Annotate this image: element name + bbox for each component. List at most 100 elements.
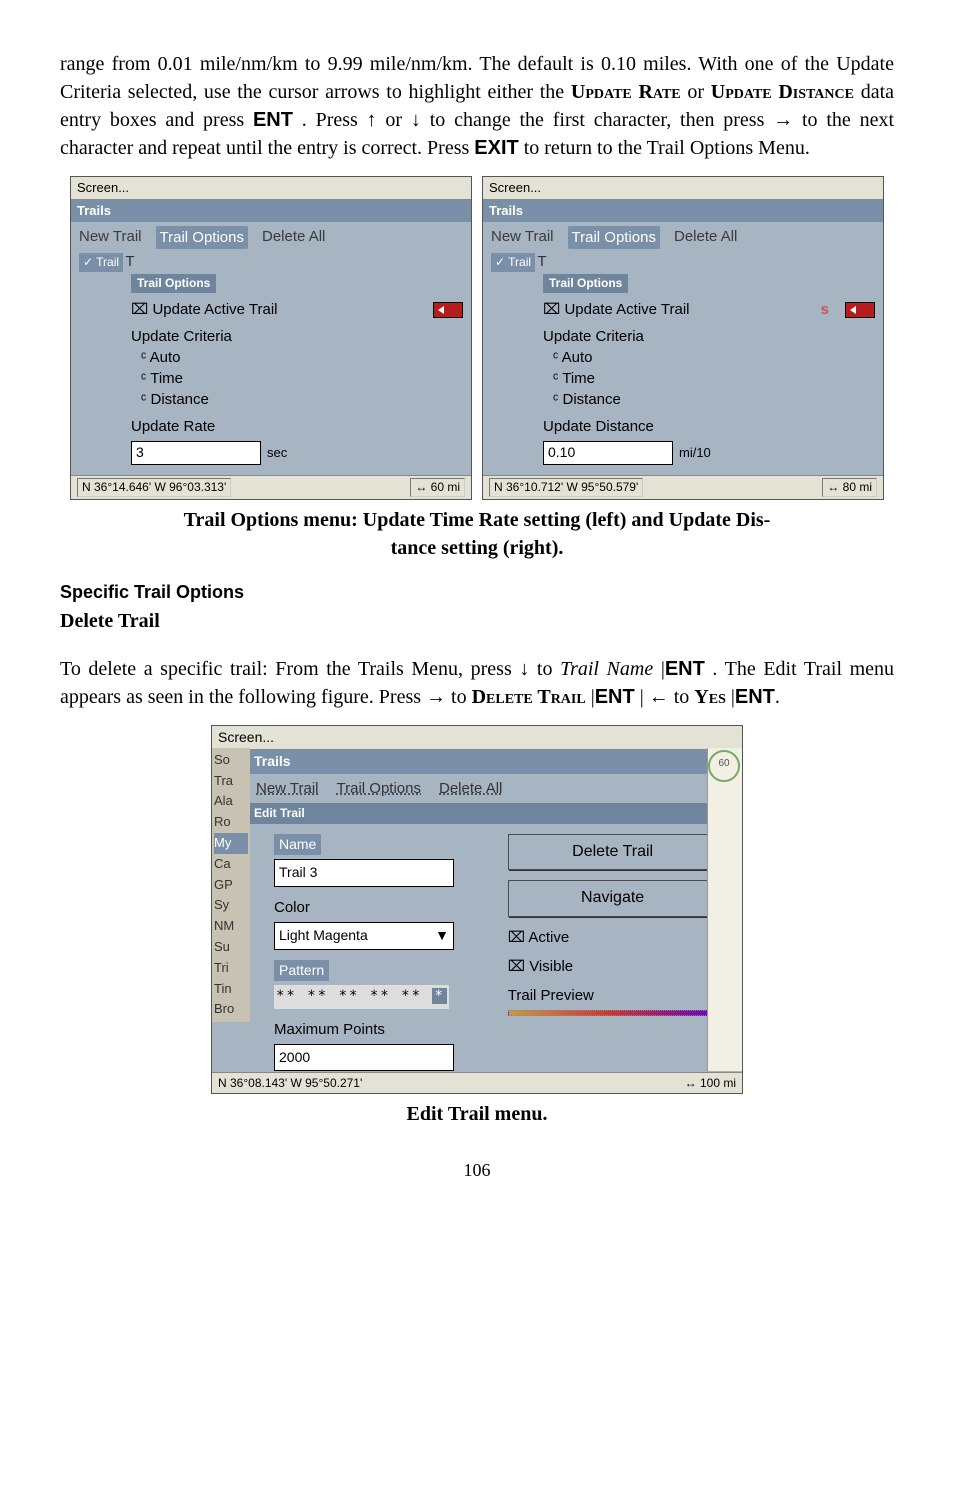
menubar[interactable]: Screen... [71, 177, 471, 200]
menubar[interactable]: Screen... [483, 177, 883, 200]
intro-or2: or [385, 109, 410, 131]
radio-time[interactable]: ᶜ Time [141, 368, 463, 389]
update-active-check[interactable]: ⌧ Update Active Trail [131, 299, 278, 320]
unit-label: mi/10 [679, 444, 711, 462]
tab-new-trail[interactable]: New Trail [256, 778, 319, 799]
arrow-up-icon: ↑ [367, 109, 377, 131]
status-scale: ↔ 100 mi [685, 1075, 736, 1092]
panel-title: Trail Options [543, 274, 628, 293]
color-select[interactable]: Light Magenta ▼ [274, 922, 454, 950]
exit-key: EXIT [474, 137, 518, 159]
trail-options-left-window: Screen... Trails New Trail Trail Options… [70, 176, 472, 500]
panel-title: Trail Options [131, 274, 216, 293]
tab-delete-all[interactable]: Delete All [674, 226, 737, 249]
radio-auto[interactable]: ᶜ Auto [141, 347, 463, 368]
update-active-check[interactable]: ⌧ Update Active Trail [543, 299, 690, 320]
chevron-down-icon: ▼ [435, 926, 449, 946]
trail-check: ✓ Trail [491, 253, 535, 272]
update-rate-label: Update Rate [571, 81, 681, 103]
saved-label: Saved T [71, 251, 471, 272]
tab-trail-options[interactable]: Trail Options [156, 226, 248, 249]
figure-1-caption: Trail Options menu: Update Time Rate set… [60, 506, 894, 562]
pattern-editor[interactable]: ** ** ** ** ** * [274, 985, 449, 1009]
tab-row: New Trail Trail Options Delete All [248, 774, 742, 803]
intro-change2: to change the first character, then pres… [430, 109, 773, 131]
tab-trail-options[interactable]: Trail Options [337, 778, 421, 799]
radio-distance[interactable]: ᶜ Distance [553, 389, 875, 410]
arrow-down-icon: ↓ [519, 658, 529, 680]
intro-or: or [687, 81, 710, 103]
tab-trail-options[interactable]: Trail Options [568, 226, 660, 249]
arrow-down-icon: ↓ [411, 109, 421, 131]
arrow-left-icon: ← [649, 686, 669, 708]
flag-icon [845, 302, 875, 318]
pattern-label: Pattern [274, 960, 329, 982]
edit-trail-window: Screen... So Tra Ala Ro My Ca GP Sy NM S… [211, 725, 743, 1095]
map-strip: 60 [707, 748, 742, 1072]
window-title: Trails [483, 200, 883, 222]
status-coords: N 36°10.712' W 95°50.579' [489, 478, 643, 497]
update-rate-label: Update Rate [131, 416, 463, 437]
update-distance-label: Update Distance [543, 416, 875, 437]
preview-line [508, 1010, 718, 1016]
status-scale: ↔ 60 mi [410, 478, 465, 497]
tab-row: New Trail Trail Options Delete All [71, 222, 471, 251]
status-coords: N 36°14.646' W 96°03.313' [77, 478, 231, 497]
trail-check: ✓ Trail [79, 253, 123, 272]
sidebar-partial: So Tra Ala Ro My Ca GP Sy NM Su Tri Tin … [212, 748, 250, 1022]
ent-key: ENT [253, 109, 293, 131]
delete-paragraph: To delete a specific trail: From the Tra… [60, 655, 894, 711]
update-distance-input[interactable]: 0.10 [543, 441, 673, 465]
tab-new-trail[interactable]: New Trail [491, 226, 554, 249]
update-distance-label: Update Distance [711, 81, 854, 103]
ent-key: ENT [735, 686, 775, 708]
arrow-right-icon: → [426, 686, 446, 708]
status-scale: ↔ 80 mi [822, 478, 877, 497]
radio-time[interactable]: ᶜ Time [553, 368, 875, 389]
tab-delete-all[interactable]: Delete All [439, 778, 502, 799]
tab-row: New Trail Trail Options Delete All [483, 222, 883, 251]
trail-options-right-window: Screen... Trails New Trail Trail Options… [482, 176, 884, 500]
trail-name-italic: Trail Name [560, 658, 653, 680]
specific-heading: Specific Trail Options [60, 580, 894, 605]
arrow-right-icon: → [773, 109, 793, 131]
max-points-label: Maximum Points [274, 1019, 484, 1040]
compass-icon: 60 [708, 750, 740, 782]
yes-sc: Yes [694, 686, 726, 708]
visible-checkbox[interactable]: ⌧ Visible [508, 956, 718, 977]
points-s: s [820, 299, 828, 320]
delete-heading: Delete Trail [60, 607, 894, 635]
criteria-label: Update Criteria [543, 326, 875, 347]
name-input[interactable]: Trail 3 [274, 859, 454, 887]
update-rate-input[interactable]: 3 [131, 441, 261, 465]
name-label: Name [274, 834, 321, 856]
window-title: Trails [71, 200, 471, 222]
max-points-input[interactable]: 2000 [274, 1044, 454, 1072]
ent-key: ENT [595, 686, 635, 708]
tab-new-trail[interactable]: New Trail [79, 226, 142, 249]
intro-paragraph: range from 0.01 mile/nm/km to 9.99 mile/… [60, 50, 894, 162]
intro-return: to return to the Trail Options Menu. [524, 137, 810, 159]
radio-auto[interactable]: ᶜ Auto [553, 347, 875, 368]
tab-delete-all[interactable]: Delete All [262, 226, 325, 249]
unit-label: sec [267, 444, 287, 462]
figure-2-wrap: Screen... So Tra Ala Ro My Ca GP Sy NM S… [60, 725, 894, 1095]
criteria-label: Update Criteria [131, 326, 463, 347]
figure-row-1: Screen... Trails New Trail Trail Options… [60, 176, 894, 500]
figure-2-caption: Edit Trail menu. [60, 1100, 894, 1128]
flag-icon [433, 302, 463, 318]
preview-label: Trail Preview [508, 985, 718, 1006]
saved-label: Saved T [483, 251, 883, 272]
radio-distance[interactable]: ᶜ Distance [141, 389, 463, 410]
active-checkbox[interactable]: ⌧ Active [508, 927, 718, 948]
delete-trail-button[interactable]: Delete Trail [508, 834, 718, 870]
delete-trail-sc: Delete Trail [472, 686, 586, 708]
navigate-button[interactable]: Navigate [508, 880, 718, 916]
status-coords: N 36°08.143' W 95°50.271' [218, 1075, 362, 1092]
dialog-title: Edit Trail [248, 803, 742, 824]
window-title: Trails [248, 750, 742, 774]
menubar[interactable]: Screen... [212, 726, 742, 751]
ent-key: ENT [665, 658, 705, 680]
page-number: 106 [60, 1158, 894, 1183]
intro-press: . Press [302, 109, 367, 131]
